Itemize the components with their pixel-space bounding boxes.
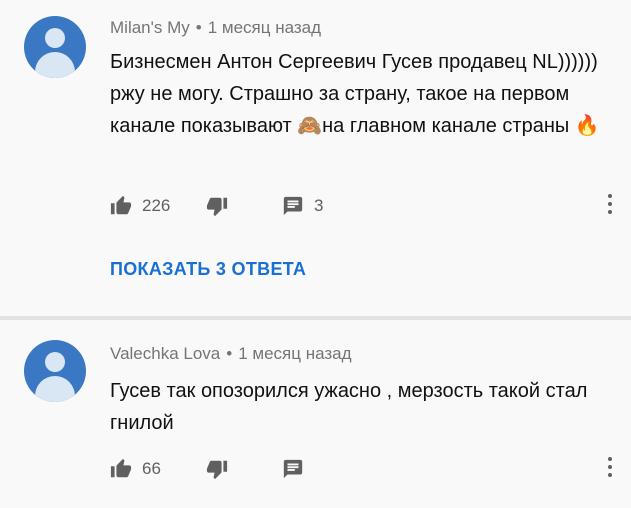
- author-name[interactable]: Valechka Lova: [110, 344, 220, 363]
- more-vertical-icon[interactable]: [608, 194, 614, 218]
- monkey-emoji: 🙈: [297, 115, 323, 137]
- comment-meta: Milan's My • 1 месяц назад: [110, 18, 321, 38]
- thumb-up-icon: [110, 458, 132, 478]
- like-count: 66: [142, 459, 161, 478]
- default-avatar-icon: [45, 28, 65, 48]
- fire-emoji: 🔥: [574, 115, 600, 137]
- comment-actions: 66: [110, 454, 620, 484]
- author-name[interactable]: Milan's My: [110, 18, 190, 37]
- comment-meta: Valechka Lova • 1 месяц назад: [110, 344, 352, 364]
- like-button[interactable]: 226: [110, 191, 170, 221]
- avatar[interactable]: [24, 340, 86, 402]
- more-vertical-icon[interactable]: [608, 457, 614, 481]
- reply-button[interactable]: 3: [282, 191, 323, 221]
- comment-text: Бизнесмен Антон Сергеевич Гусев продавец…: [110, 46, 600, 142]
- timestamp: 1 месяц назад: [238, 344, 352, 363]
- reply-count: 3: [314, 196, 324, 215]
- default-avatar-icon: [45, 352, 65, 372]
- dislike-button[interactable]: [206, 191, 228, 221]
- comment-text: Гусев так опозорился ужасно , мерзость т…: [110, 380, 588, 434]
- reply-icon: [283, 196, 303, 216]
- like-count: 226: [142, 196, 171, 215]
- thumb-down-icon: [206, 197, 228, 217]
- reply-icon: [283, 459, 303, 479]
- avatar[interactable]: [24, 16, 86, 78]
- comment-item: Valechka Lova • 1 месяц назад Гусев так оп…: [0, 320, 631, 508]
- reply-button[interactable]: [282, 454, 304, 484]
- comment-actions: 226 3: [110, 191, 620, 221]
- thumb-down-icon: [206, 460, 228, 480]
- like-button[interactable]: 66: [110, 454, 161, 484]
- timestamp: 1 месяц назад: [207, 18, 322, 37]
- separator: •: [226, 344, 233, 363]
- dislike-button[interactable]: [206, 454, 228, 484]
- show-replies-button[interactable]: ПОКАЗАТЬ 3 ОТВЕТА: [110, 259, 306, 280]
- thumb-up-icon: [110, 195, 132, 215]
- comment-item: Milan's My • 1 месяц назад Бизнесмен Антон…: [0, 0, 631, 316]
- comment-text-part: на главном канале страны: [322, 115, 575, 137]
- separator: •: [195, 18, 202, 37]
